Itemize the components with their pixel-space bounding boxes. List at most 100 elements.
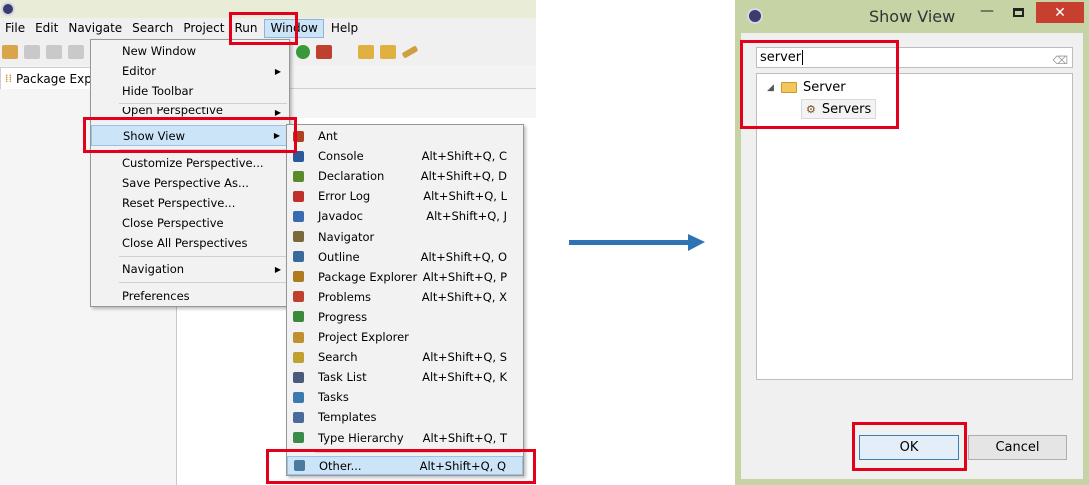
pencil-icon[interactable] <box>401 45 419 59</box>
navigator-icon <box>293 231 304 242</box>
show-view-submenu: Ant Console Alt+Shift+Q, C Declaration Alt+S… <box>286 124 524 476</box>
submenu-arrow-icon: ▶ <box>274 107 281 117</box>
eclipse-window: File Edit Navigate Search Project Run Wi… <box>0 0 536 485</box>
show-view-item-label: Tasks <box>318 390 349 405</box>
menu-separator <box>119 282 287 283</box>
show-view-item-navigator[interactable]: Navigator <box>287 227 523 247</box>
tasks-icon <box>293 391 304 403</box>
eclipse-app-icon <box>747 8 763 24</box>
show-view-item-problems[interactable]: Problems Alt+Shift+Q, X <box>287 287 523 307</box>
menu-separator <box>119 103 287 104</box>
open-type-icon[interactable] <box>358 45 374 59</box>
save-all-icon[interactable] <box>46 45 62 59</box>
window-menu-reset-perspective[interactable]: Reset Perspective... <box>91 193 289 213</box>
show-view-item-label: Navigator <box>318 229 375 244</box>
show-view-item-label: Search <box>318 350 358 365</box>
type-hierarchy-icon <box>293 432 304 443</box>
highlight-filter-result <box>740 40 899 129</box>
menu-project[interactable]: Project <box>178 18 229 39</box>
show-view-item-label: Type Hierarchy <box>318 430 404 445</box>
show-view-item-outline[interactable]: Outline Alt+Shift+Q, O <box>287 247 523 267</box>
menu-help[interactable]: Help <box>326 18 363 39</box>
highlight-show-view <box>83 117 297 153</box>
save-icon[interactable] <box>24 45 40 59</box>
templates-icon <box>293 411 304 423</box>
show-view-item-ant[interactable]: Ant <box>287 126 523 146</box>
minimize-icon[interactable]: — <box>980 3 994 19</box>
show-view-item-shortcut: Alt+Shift+Q, S <box>422 350 507 365</box>
run-icon[interactable] <box>296 45 310 59</box>
submenu-arrow-icon: ▶ <box>274 264 281 274</box>
show-view-item-error-log[interactable]: Error Log Alt+Shift+Q, L <box>287 186 523 206</box>
maximize-icon[interactable] <box>1013 8 1024 17</box>
show-view-item-shortcut: Alt+Shift+Q, T <box>422 430 507 445</box>
show-view-item-label: Package Explorer <box>318 269 418 284</box>
dialog-title: Show View <box>869 7 956 26</box>
show-view-item-shortcut: Alt+Shift+Q, X <box>421 289 507 304</box>
menu-edit[interactable]: Edit <box>30 18 63 39</box>
show-view-item-shortcut: Alt+Shift+Q, L <box>423 189 507 204</box>
cancel-button[interactable]: Cancel <box>968 435 1067 460</box>
menu-separator <box>119 256 287 257</box>
window-menu-hide-toolbar[interactable]: Hide Toolbar <box>91 81 289 101</box>
show-view-item-label: Progress <box>318 309 368 324</box>
window-menu: New Window Editor ▶ Hide Toolbar Open Per… <box>90 39 290 307</box>
highlight-ok-button <box>852 422 967 471</box>
window-menu-navigation[interactable]: Navigation ▶ <box>91 259 289 279</box>
show-view-item-label: Outline <box>318 249 360 264</box>
new-icon[interactable] <box>2 45 18 59</box>
show-view-item-label: Problems <box>318 289 372 304</box>
progress-icon <box>293 311 304 323</box>
menu-navigate[interactable]: Navigate <box>63 18 127 39</box>
show-view-item-label: Project Explorer <box>318 330 409 344</box>
show-view-item-javadoc[interactable]: Javadoc Alt+Shift+Q, J <box>287 206 523 226</box>
show-view-item-label: Task List <box>318 370 367 385</box>
show-view-item-task-list[interactable]: Task List Alt+Shift+Q, K <box>287 367 523 387</box>
arrow-right-icon <box>688 234 705 251</box>
search-icon <box>293 351 304 363</box>
show-view-item-templates[interactable]: Templates <box>287 407 523 427</box>
show-view-item-search[interactable]: Search Alt+Shift+Q, S <box>287 347 523 367</box>
window-menu-preferences[interactable]: Preferences <box>91 286 289 306</box>
window-menu-close-perspective[interactable]: Close Perspective <box>91 213 289 233</box>
show-view-item-shortcut: Alt+Shift+Q, J <box>426 209 507 224</box>
problems-icon <box>293 291 304 303</box>
package-explorer-tab-icon: ⁞⁞ <box>5 72 12 85</box>
window-menu-close-all-perspectives[interactable]: Close All Perspectives <box>91 233 289 253</box>
show-view-item-label: Templates <box>318 410 377 425</box>
show-view-item-shortcut: Alt+Shift+Q, C <box>421 149 507 164</box>
show-view-item-label: Declaration <box>318 169 385 184</box>
outline-icon <box>293 251 304 263</box>
error-log-icon <box>293 190 304 202</box>
clear-filter-icon[interactable]: ⌫ <box>1052 51 1068 70</box>
show-view-item-label: Console <box>318 149 364 164</box>
window-menu-editor[interactable]: Editor ▶ <box>91 61 289 81</box>
menu-file[interactable]: File <box>0 18 30 39</box>
show-view-item-shortcut: Alt+Shift+Q, K <box>422 370 507 385</box>
show-view-item-shortcut: Alt+Shift+Q, P <box>422 269 507 284</box>
show-view-item-type-hierarchy[interactable]: Type Hierarchy Alt+Shift+Q, T <box>287 428 523 448</box>
window-menu-customize-perspective[interactable]: Customize Perspective... <box>91 153 289 173</box>
open-folder-icon[interactable] <box>380 45 396 59</box>
print-icon[interactable] <box>68 45 84 59</box>
external-tools-icon[interactable] <box>316 45 332 59</box>
show-view-item-project-explorer[interactable]: Project Explorer <box>287 327 523 347</box>
show-view-item-label: Javadoc <box>318 209 363 224</box>
show-view-item-tasks[interactable]: Tasks <box>287 387 523 407</box>
window-menu-save-perspective-as[interactable]: Save Perspective As... <box>91 173 289 193</box>
submenu-arrow-icon: ▶ <box>274 66 281 76</box>
menu-search[interactable]: Search <box>127 18 178 39</box>
window-menu-open-perspective[interactable]: Open Perspective ▶ <box>91 107 289 117</box>
show-view-item-shortcut: Alt+Shift+Q, D <box>420 169 507 184</box>
show-view-item-declaration[interactable]: Declaration Alt+Shift+Q, D <box>287 166 523 186</box>
close-icon[interactable]: ✕ <box>1036 2 1084 23</box>
show-view-item-console[interactable]: Console Alt+Shift+Q, C <box>287 146 523 166</box>
show-view-item-package-explorer[interactable]: Package Explorer Alt+Shift+Q, P <box>287 267 523 287</box>
package-explorer-icon <box>293 271 304 283</box>
eclipse-app-icon <box>1 2 15 16</box>
arrow-shaft <box>569 240 689 245</box>
declaration-icon <box>293 170 304 182</box>
show-view-item-progress[interactable]: Progress <box>287 307 523 327</box>
show-view-item-shortcut: Alt+Shift+Q, O <box>420 249 507 264</box>
javadoc-icon <box>293 210 304 222</box>
